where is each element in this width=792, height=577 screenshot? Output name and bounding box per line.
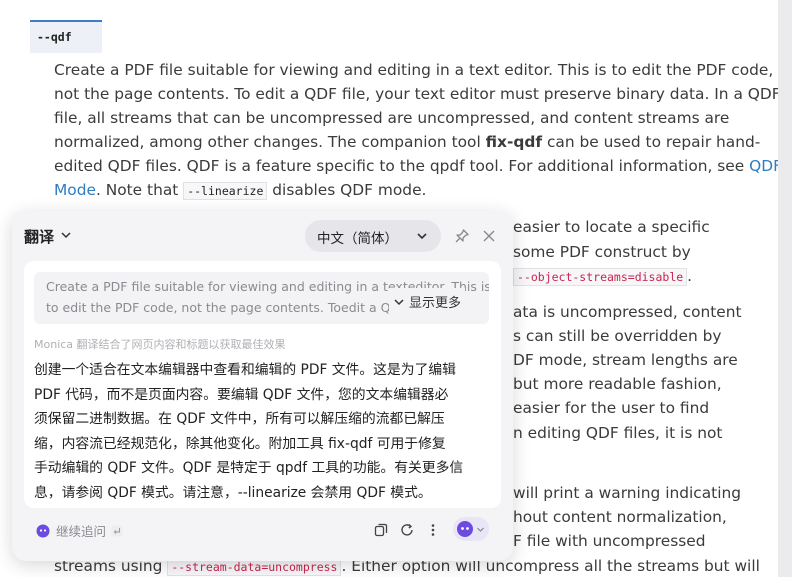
chevron-down-icon bbox=[394, 299, 404, 306]
para-line: easier for the user to find bbox=[513, 399, 710, 417]
translation-notice: Monica 翻译结合了网页内容和标题以获取最佳效果 bbox=[34, 338, 286, 351]
para-line: some PDF construct by bbox=[513, 243, 691, 261]
inline-code-object-streams: --object-streams=disable bbox=[513, 268, 688, 286]
para-line: s can still be overridden by bbox=[513, 327, 722, 345]
para-line: --object-streams=disable. bbox=[513, 264, 692, 289]
fix-qdf-term: fix-qdf bbox=[485, 133, 543, 151]
language-select[interactable]: 中文（简体） bbox=[305, 220, 441, 252]
scrollbar[interactable] bbox=[778, 0, 792, 577]
para-line: will print a warning indicating bbox=[513, 484, 742, 502]
result-line: 须保留二进制数据。在 QDF 文件中，所有可以解压缩的流都已解压 bbox=[34, 411, 445, 427]
translation-card: Create a PDF file suitable for viewing a… bbox=[24, 261, 501, 508]
para-text: . bbox=[687, 267, 693, 285]
panel-title: 翻译 bbox=[24, 228, 55, 246]
result-line: 息，请参阅 QDF 模式。请注意，--linearize 会禁用 QDF 模式。 bbox=[34, 484, 432, 501]
para-line: file, all streams that can be uncompress… bbox=[54, 109, 730, 127]
model-select-button[interactable] bbox=[453, 517, 489, 541]
para-line: DF mode, stream lengths are bbox=[513, 351, 738, 369]
para-text: edited QDF files. QDF is a feature speci… bbox=[54, 157, 750, 175]
chevron-down-icon bbox=[417, 233, 427, 240]
para-line: Create a PDF file suitable for viewing a… bbox=[54, 61, 774, 79]
para-line: ata is uncompressed, content bbox=[513, 303, 742, 321]
option-tag: --qdf bbox=[30, 20, 102, 53]
monica-icon bbox=[457, 521, 473, 537]
enter-key-icon bbox=[111, 525, 123, 537]
para-line: not the page contents. To edit a QDF fil… bbox=[54, 85, 778, 103]
copy-icon[interactable] bbox=[374, 523, 388, 537]
result-line: PDF 代码，而不是页面内容。要编辑 QDF 文件，您的文本编辑器必 bbox=[34, 386, 449, 403]
qdf-mode-link[interactable]: Mode bbox=[54, 181, 96, 199]
para-text: can be used to repair hand- bbox=[542, 133, 761, 151]
monica-icon bbox=[36, 524, 50, 538]
close-icon[interactable] bbox=[482, 229, 496, 243]
para-line: Mode. Note that --linearize disables QDF… bbox=[54, 178, 426, 203]
para-line: normalized, among other changes. The com… bbox=[54, 130, 760, 154]
chevron-down-icon[interactable] bbox=[59, 228, 73, 242]
inline-code-linearize: --linearize bbox=[183, 182, 268, 200]
show-more-button[interactable]: 显示更多 bbox=[389, 288, 466, 312]
refresh-icon[interactable] bbox=[400, 523, 414, 537]
more-vertical-icon[interactable] bbox=[430, 523, 436, 537]
para-text: normalized, among other changes. The com… bbox=[54, 133, 486, 151]
follow-up-label: 继续追问 bbox=[56, 524, 107, 539]
result-line: 手动编辑的 QDF 文件。QDF 是特定于 qpdf 工具的功能。有关更多信 bbox=[34, 460, 464, 476]
para-line: F file with uncompressed bbox=[513, 532, 706, 550]
pin-icon[interactable] bbox=[454, 228, 470, 244]
translation-panel: 翻译 中文（简体） Create a PDF file suitable for… bbox=[12, 211, 513, 561]
para-line: hout content normalization, bbox=[513, 508, 727, 526]
follow-up-button[interactable]: 继续追问 bbox=[36, 521, 123, 540]
para-line: n editing QDF files, it is not bbox=[513, 424, 723, 442]
translation-result: 创建一个适合在文本编辑器中查看和编辑的 PDF 文件。这是为了编辑 PDF 代码… bbox=[34, 358, 494, 505]
qdf-mode-link[interactable]: QDF bbox=[749, 157, 778, 175]
para-line: but more readable fashion, bbox=[513, 375, 722, 393]
para-line: edited QDF files. QDF is a feature speci… bbox=[54, 154, 778, 178]
result-line: 创建一个适合在文本编辑器中查看和编辑的 PDF 文件。这是为了编辑 bbox=[34, 362, 456, 378]
show-more-label: 显示更多 bbox=[409, 296, 462, 311]
para-line: easier to locate a specific bbox=[513, 218, 710, 236]
language-value: 中文（简体） bbox=[317, 231, 398, 247]
chevron-down-icon bbox=[477, 527, 484, 532]
para-text: disables QDF mode. bbox=[267, 181, 427, 199]
result-line: 缩，内容流已经规范化，除其他变化。附加工具 fix-qdf 可用于修复 bbox=[34, 435, 446, 452]
para-text: . Note that bbox=[95, 181, 184, 199]
